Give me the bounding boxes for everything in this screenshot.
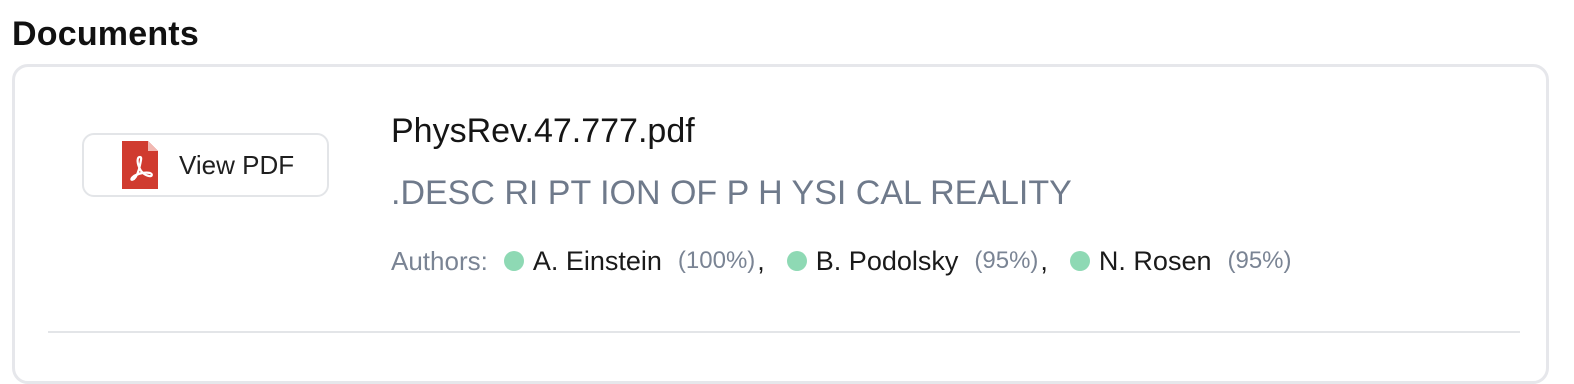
author-name: B. Podolsky (815, 245, 959, 276)
authors-row: Authors: A. Einstein (100%) , B. Podolsk… (391, 243, 1292, 279)
author-confidence: (100%) (677, 247, 756, 274)
author-status-dot (786, 251, 807, 271)
author-status-dot (503, 251, 524, 271)
author-confidence: (95%) (1227, 247, 1292, 274)
section-title: Documents (12, 15, 199, 53)
authors-label: Authors: (391, 245, 488, 276)
pdf-icon (122, 141, 158, 189)
author-item[interactable]: B. Podolsky (95%) (786, 245, 1039, 277)
author-item[interactable]: A. Einstein (100%) (503, 245, 756, 277)
author-name: A. Einstein (532, 245, 662, 276)
author-separator: , (757, 245, 765, 276)
document-filename[interactable]: PhysRev.47.777.pdf (391, 109, 695, 153)
document-card: View PDF PhysRev.47.777.pdf .DESC RI PT … (12, 64, 1549, 384)
author-confidence: (95%) (974, 247, 1039, 274)
view-pdf-label: View PDF (179, 150, 295, 180)
document-title: .DESC RI PT ION OF P H YSI CAL REALITY (391, 174, 1072, 212)
divider (48, 331, 1520, 333)
view-pdf-button[interactable]: View PDF (82, 133, 329, 197)
author-status-dot (1069, 251, 1090, 271)
author-separator: , (1040, 245, 1048, 276)
author-item[interactable]: N. Rosen (95%) (1069, 245, 1292, 277)
author-name: N. Rosen (1098, 245, 1212, 276)
